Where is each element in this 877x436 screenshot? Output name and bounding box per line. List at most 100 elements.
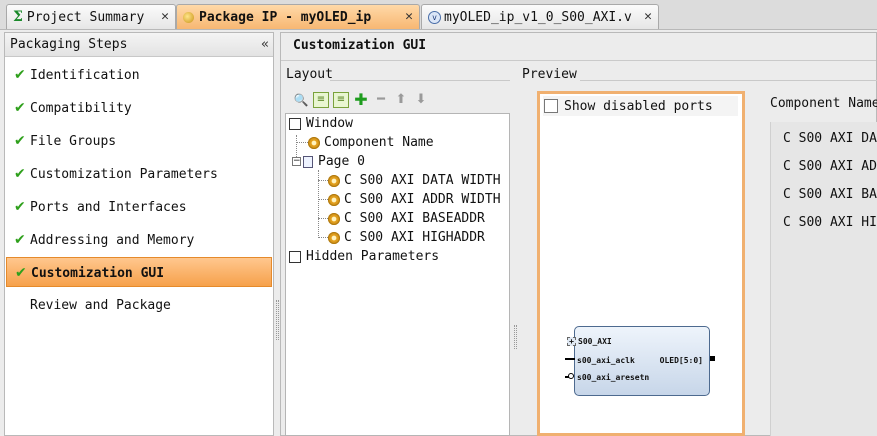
- tree-label: C S00 AXI DATA WIDTH: [344, 173, 501, 188]
- step-label: Addressing and Memory: [30, 233, 195, 248]
- parameter-label: C S00 AXI ADDR WIDTH: [783, 159, 877, 174]
- move-down-icon[interactable]: ⬇: [413, 92, 429, 108]
- step-identification[interactable]: ✔ Identification: [6, 60, 272, 90]
- gear-icon: [308, 136, 320, 149]
- tab-package-ip[interactable]: Package IP - myOLED_ip ✕: [176, 4, 420, 29]
- step-label: Review and Package: [30, 298, 171, 313]
- checkmark-icon: ✔: [15, 265, 27, 281]
- preview-label: Preview: [522, 67, 577, 82]
- tab-verilog-file[interactable]: v myOLED_ip_v1_0_S00_AXI.v ✕: [421, 4, 659, 29]
- step-compatibility[interactable]: ✔ Compatibility: [6, 93, 272, 123]
- page-icon: [303, 155, 313, 168]
- tree-label: Hidden Parameters: [306, 249, 440, 264]
- tree-guide: [318, 180, 328, 181]
- panel-splitter[interactable]: [276, 300, 279, 340]
- close-icon[interactable]: ✕: [161, 9, 169, 24]
- collapse-toggle-icon[interactable]: −: [292, 157, 301, 166]
- step-label: Ports and Interfaces: [30, 200, 187, 215]
- port-label: s00_axi_aresetn: [577, 373, 650, 382]
- step-label: File Groups: [30, 134, 117, 149]
- verilog-file-icon: v: [428, 10, 441, 24]
- panel-header: Packaging Steps «: [5, 33, 273, 57]
- collapse-panel-icon[interactable]: «: [261, 33, 269, 57]
- tab-label: myOLED_ip_v1_0_S00_AXI.v: [444, 9, 632, 25]
- checkmark-icon: ✔: [14, 166, 26, 182]
- component-name-label: Component Name: [770, 96, 877, 111]
- gear-icon: [328, 193, 340, 206]
- tree-node-window[interactable]: Window: [289, 114, 353, 133]
- tree-node-hidden-parameters[interactable]: Hidden Parameters: [289, 247, 439, 266]
- expand-all-icon[interactable]: ≡: [313, 92, 329, 108]
- tree-node-param[interactable]: C S00 AXI DATA WIDTH: [328, 171, 501, 190]
- checkmark-icon: ✔: [14, 133, 26, 149]
- bus-interface: + S00_AXI: [567, 337, 612, 346]
- show-disabled-ports-checkbox[interactable]: Show disabled ports: [543, 96, 738, 116]
- layout-label: Layout: [286, 67, 333, 82]
- step-label: Customization Parameters: [30, 167, 218, 182]
- checkbox[interactable]: [544, 99, 558, 113]
- step-customization-gui[interactable]: ✔ Customization GUI: [6, 257, 272, 287]
- tree-node-page[interactable]: − Page 0: [292, 152, 365, 171]
- tree-node-param[interactable]: C S00 AXI HIGHADDR: [328, 228, 485, 247]
- port-pin: [565, 358, 575, 360]
- tree-guide: [296, 142, 308, 143]
- tree-node-param[interactable]: C S00 AXI ADDR WIDTH: [328, 190, 501, 209]
- sigma-icon: Σ: [13, 9, 23, 25]
- tab-label: Package IP - myOLED_ip: [199, 9, 372, 25]
- tree-label: C S00 AXI HIGHADDR: [344, 230, 485, 245]
- move-up-icon[interactable]: ⬆: [393, 92, 409, 108]
- tab-project-summary[interactable]: Σ Project Summary ✕: [6, 4, 176, 29]
- step-customization-parameters[interactable]: ✔ Customization Parameters: [6, 159, 272, 189]
- tree-node-component-name[interactable]: Component Name: [308, 133, 434, 152]
- close-icon[interactable]: ✕: [405, 9, 413, 24]
- step-label: Identification: [30, 68, 140, 83]
- step-review-and-package[interactable]: Review and Package: [6, 291, 272, 321]
- package-icon: [183, 11, 194, 23]
- tree-label: Component Name: [324, 135, 434, 150]
- collapse-all-icon[interactable]: ≡: [333, 92, 349, 108]
- checkmark-icon: ✔: [14, 67, 26, 83]
- tree-label: C S00 AXI BASEADDR: [344, 211, 485, 226]
- layout-preview-splitter[interactable]: [514, 325, 517, 349]
- gear-icon: [328, 174, 340, 187]
- step-label: Customization GUI: [31, 266, 165, 281]
- tree-label: Page 0: [318, 154, 365, 169]
- tree-guide: [318, 237, 328, 238]
- port-label: OLED[5:0]: [659, 356, 703, 365]
- step-ports-and-interfaces[interactable]: ✔ Ports and Interfaces: [6, 192, 272, 222]
- preview-parameters: Component Name C S00 AXI DATA WIDTH C S0…: [770, 0, 877, 436]
- ip-block-symbol[interactable]: + S00_AXI s00_axi_aclk s00_axi_aresetn OL…: [567, 326, 710, 396]
- gear-icon: [328, 231, 340, 244]
- panel-title: Packaging Steps: [10, 37, 128, 52]
- separator: [330, 80, 510, 81]
- editor-tab-bar: Σ Project Summary ✕ Package IP - myOLED_…: [0, 0, 877, 30]
- expand-bus-icon[interactable]: +: [567, 337, 576, 346]
- tree-node-param[interactable]: C S00 AXI BASEADDR: [328, 209, 485, 228]
- tree-guide: [318, 199, 328, 200]
- tab-label: Project Summary: [26, 9, 145, 25]
- checkbox-label: Show disabled ports: [564, 98, 713, 114]
- gear-icon: [328, 212, 340, 225]
- packaging-steps-panel: Packaging Steps « ✔ Identification ✔ Compa…: [4, 32, 274, 436]
- parameter-label: C S00 AXI DATA WIDTH: [783, 131, 877, 146]
- close-icon[interactable]: ✕: [644, 9, 652, 24]
- parameter-label: C S00 AXI HIGHADDR: [783, 215, 877, 230]
- step-addressing-and-memory[interactable]: ✔ Addressing and Memory: [6, 225, 272, 255]
- tree-guide: [318, 218, 328, 219]
- window-icon: [289, 250, 301, 263]
- checkmark-icon: ✔: [14, 232, 26, 248]
- add-icon[interactable]: ✚: [353, 92, 369, 108]
- checkmark-icon: ✔: [14, 199, 26, 215]
- remove-icon[interactable]: ━: [373, 92, 389, 108]
- step-file-groups[interactable]: ✔ File Groups: [6, 126, 272, 156]
- bus-label: S00_AXI: [578, 337, 612, 346]
- port-label: s00_axi_aclk: [577, 356, 635, 365]
- parameter-label: C S00 AXI BASEADDR: [783, 187, 877, 202]
- window-icon: [289, 117, 301, 130]
- step-label: Compatibility: [30, 101, 132, 116]
- output-pin-icon: [710, 356, 715, 361]
- checkmark-icon: ✔: [14, 100, 26, 116]
- search-icon[interactable]: 🔍: [293, 92, 309, 108]
- tree-label: Window: [306, 116, 353, 131]
- active-low-pin-icon: [568, 373, 574, 379]
